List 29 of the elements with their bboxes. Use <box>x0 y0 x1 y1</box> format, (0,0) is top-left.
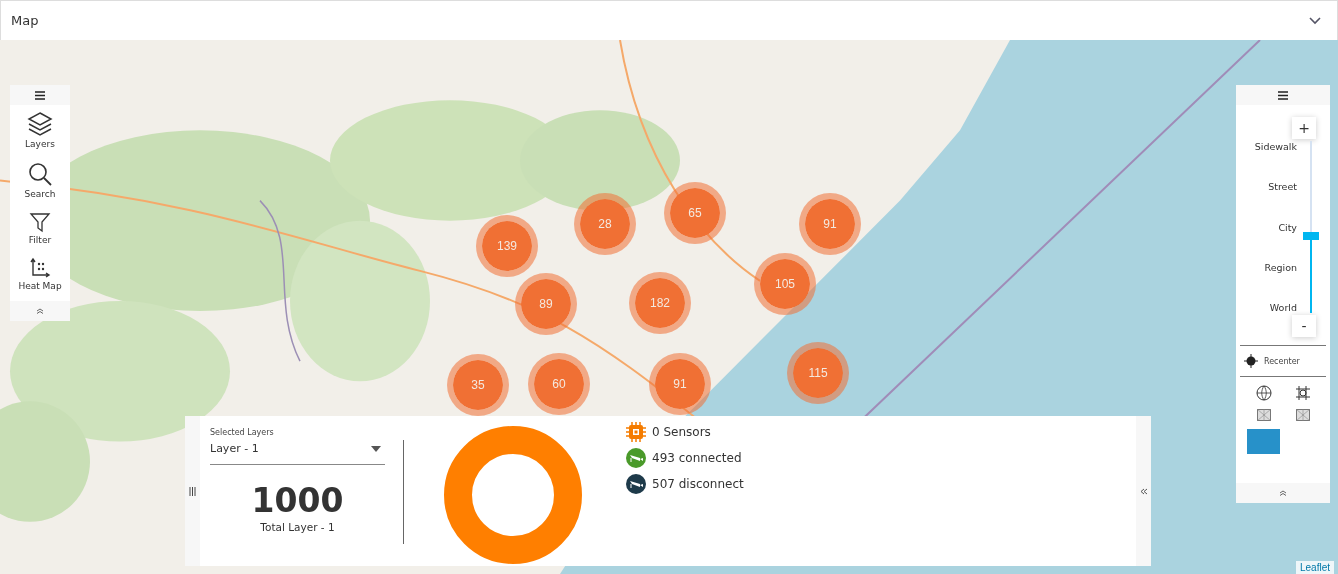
zoom-in-button[interactable]: + <box>1292 117 1316 139</box>
filter-icon <box>29 211 51 233</box>
zoom-slider-thumb[interactable] <box>1303 231 1319 240</box>
street-map-icon[interactable] <box>1294 385 1311 401</box>
crosshair-icon <box>1244 354 1258 368</box>
globe-icon[interactable] <box>1255 385 1272 401</box>
search-icon <box>27 161 53 187</box>
field-label: Selected Layers <box>210 428 275 437</box>
legend-text: 493 connected <box>652 451 742 465</box>
zoom-out-button[interactable]: - <box>1292 315 1316 337</box>
zoom-level-label: World <box>1269 302 1297 313</box>
heat-map-icon <box>29 257 51 279</box>
total-label: Total Layer - 1 <box>259 521 336 534</box>
chevron-down-icon[interactable] <box>1309 16 1321 25</box>
panel-title: Map <box>11 13 39 28</box>
base-layer-swatch[interactable] <box>1247 429 1280 454</box>
zoom-level-label: Street <box>1268 181 1297 193</box>
layer-dropdown[interactable]: Layer - 1 <box>210 437 385 465</box>
texture-tile-icon[interactable] <box>1295 409 1310 421</box>
zoom-level-label: Sidewalk <box>1254 141 1297 152</box>
dropdown-caret-icon <box>371 445 381 452</box>
layers-icon <box>27 111 53 137</box>
attribution-link[interactable]: Leaflet <box>1295 561 1334 574</box>
legend-text: 0 Sensors <box>652 425 711 439</box>
texture-tile-icon[interactable] <box>1256 409 1271 421</box>
total-count: 1000 <box>250 483 345 520</box>
legend-text: 507 disconnect <box>652 477 744 491</box>
zoom-level-label: Region <box>1264 261 1297 273</box>
zoom-level-label: City <box>1278 221 1297 233</box>
